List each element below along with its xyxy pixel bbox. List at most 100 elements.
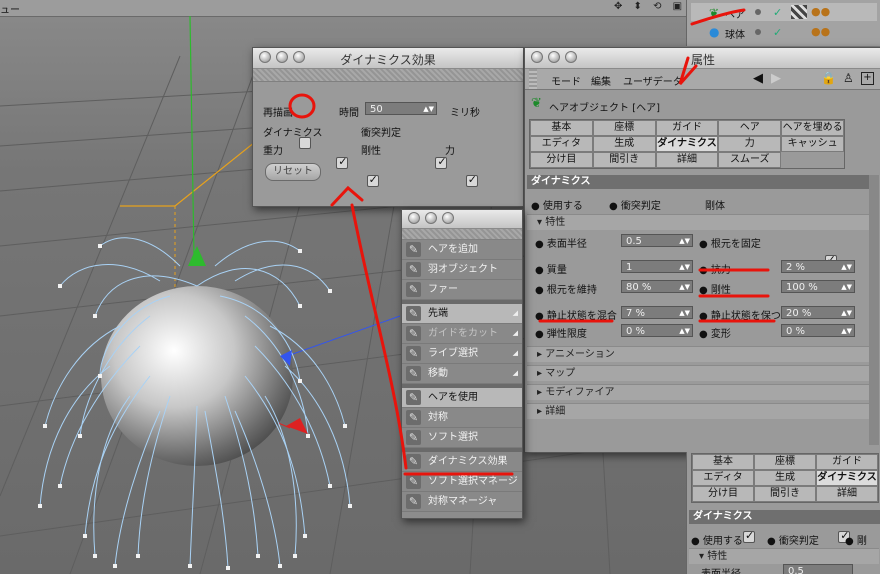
tool-menu-item[interactable]: ✎ 羽オブジェクト [402,260,522,280]
menu-userdata[interactable]: ユーザデータ [623,73,683,88]
tab-coord[interactable]: 座標 [754,454,816,470]
new-window-icon[interactable]: + [861,72,874,85]
reset-button[interactable]: リセット [265,163,321,181]
back-arrow-icon[interactable]: ◀ [753,71,763,86]
person-icon[interactable]: ♙ [843,71,854,85]
hair-material-tag[interactable] [791,5,807,19]
hold-root-input[interactable]: 80 % ▲▼ [621,280,693,293]
tab-hair[interactable]: ヘア [718,120,782,136]
tab-smooth[interactable]: スムーズ [718,152,782,168]
close-button[interactable] [408,212,420,224]
tool-menu-item[interactable]: ✎ ダイナミクス効果 [402,452,522,472]
rigidity-input[interactable]: 100 % ▲▼ [781,280,855,293]
material-balls-icon[interactable]: ●● [811,25,830,38]
tab-dynamics[interactable]: ダイナミクス [816,470,878,486]
rest-hold-input[interactable]: 20 % ▲▼ [781,306,855,319]
use-checkbox[interactable] [743,529,755,543]
stiffness-checkbox[interactable] [465,173,478,187]
tab-parting[interactable]: 分け目 [530,152,593,168]
tab-force[interactable]: 力 [718,136,782,152]
group-map[interactable]: ▸ マップ [527,365,869,381]
viewport-menu-label[interactable]: ュー [0,1,20,16]
submenu-arrow-icon: ◢ [512,369,518,377]
tab-generate[interactable]: 生成 [754,470,816,486]
menubar-grip[interactable] [529,69,537,89]
tool-menu-item[interactable]: ✎ 移動 ◢ [402,364,522,384]
minimize-button[interactable] [425,212,437,224]
tool-menu-item[interactable]: ✎ ヘアを追加 [402,240,522,260]
tool-menu-item[interactable]: ✎ 対称 [402,408,522,428]
visibility-dot[interactable] [755,9,761,15]
object-row-hair[interactable]: ❦ ヘア ✓ ●● [691,3,877,21]
gravity-checkbox[interactable] [366,173,379,187]
tab-guides[interactable]: ガイド [816,454,878,470]
tab-fill[interactable]: ヘアを埋める [781,120,844,136]
deform-input[interactable]: 0 % ▲▼ [781,324,855,337]
tab-dynamics[interactable]: ダイナミクス [655,136,719,152]
collision-checkbox[interactable] [435,155,448,169]
hair-icon: ❦ [709,6,720,20]
tool-menu-item[interactable]: ✎ ファー [402,280,522,300]
object-row-sphere[interactable]: ● 球体 ✓ ●● [691,23,877,41]
tab-cache[interactable]: キャッシュ [781,136,844,152]
tool-menu-titlebar[interactable] [402,210,522,229]
dynamics-window-titlebar[interactable]: ダイナミクス効果 [253,48,523,69]
viewport-navigation-icons[interactable]: ✥ ⬍ ⟲ ▣ [614,1,686,12]
surface-radius-input[interactable]: 0.5 ▲▼ [621,234,693,247]
tab-basic[interactable]: 基本 [692,454,754,470]
tab-details[interactable]: 詳細 [816,486,878,502]
enabled-check-icon[interactable]: ✓ [773,6,782,19]
group-details[interactable]: ▸ 詳細 [527,403,869,419]
tool-menu-item[interactable]: ✎ 先端 ◢ [402,304,522,324]
attributes-scrollbar[interactable] [869,175,879,445]
tool-menu-item[interactable]: ✎ 対称マネージャ [402,492,522,512]
tab-generate[interactable]: 生成 [592,136,656,152]
mass-input[interactable]: 1 ▲▼ [621,260,693,273]
tool-menu-item[interactable]: ✎ソフト選択マネージャ [402,472,522,506]
rest-mix-input[interactable]: 7 % ▲▼ [621,306,693,319]
time-input[interactable]: 50 ▲▼ [365,102,437,115]
visibility-dot[interactable] [755,29,761,35]
properties-subsection[interactable]: ▾ 特性 [689,548,879,564]
tab-details[interactable]: 詳細 [655,152,719,168]
tab-basic[interactable]: 基本 [530,120,593,136]
tab-thinning[interactable]: 間引き [592,152,656,168]
group-animation[interactable]: ▸ アニメーション [527,346,869,362]
enabled-check-icon[interactable]: ✓ [773,26,782,39]
tool-menu-grip[interactable] [402,229,522,240]
window-grip[interactable] [253,69,523,82]
tool-menu-item[interactable]: ✎ ヘアを使用 [402,388,522,408]
properties-subsection[interactable]: ▾ 特性 [527,214,869,230]
dynamics-section-header[interactable]: ダイナミクス [689,510,880,524]
submenu-arrow-icon: ◢ [512,329,518,337]
tab-thinning[interactable]: 間引き [754,486,816,502]
tab-editor[interactable]: エディタ [692,470,754,486]
material-balls-icon[interactable]: ●● [811,5,830,18]
soft-select-icon: ✎ [406,430,421,445]
menu-mode[interactable]: モード [551,73,581,88]
sphere [101,286,293,466]
tab-coord[interactable]: 座標 [592,120,656,136]
attributes-window: 属性 モード 編集 ユーザデータ ◀ ▶ 🔒 ♙ + ❦ ヘアオブジェクト [ヘ… [524,47,880,453]
use-hair-icon: ✎ [406,390,421,405]
gravity-label: 重力 [263,146,283,157]
lock-icon[interactable]: 🔒 [821,71,836,85]
attributes-window-titlebar[interactable]: 属性 [525,48,880,69]
dynamics-checkbox[interactable] [336,155,349,169]
tab-editor[interactable]: エディタ [530,136,593,152]
tool-menu-item[interactable]: ✎ ガイドをカット ◢ [402,324,522,344]
tool-menu-item[interactable]: ✎ ライブ選択 ◢ [402,344,522,364]
zoom-button[interactable] [442,212,454,224]
elastic-limit-input[interactable]: 0 % ▲▼ [621,324,693,337]
dynamics-section-header[interactable]: ダイナミクス [527,175,873,189]
group-modifier[interactable]: ▸ モディファイア [527,384,869,400]
use-label: ● 使用する [531,201,583,212]
submenu-arrow-icon: ◢ [512,349,518,357]
tab-parting[interactable]: 分け目 [692,486,754,502]
surface-radius-input[interactable]: 0.5 [783,564,853,574]
tab-guides[interactable]: ガイド [655,120,719,136]
forward-arrow-icon[interactable]: ▶ [771,71,781,86]
menu-edit[interactable]: 編集 [591,73,611,88]
drag-input[interactable]: 2 % ▲▼ [781,260,855,273]
tool-menu-item[interactable]: ✎ ソフト選択 [402,428,522,448]
